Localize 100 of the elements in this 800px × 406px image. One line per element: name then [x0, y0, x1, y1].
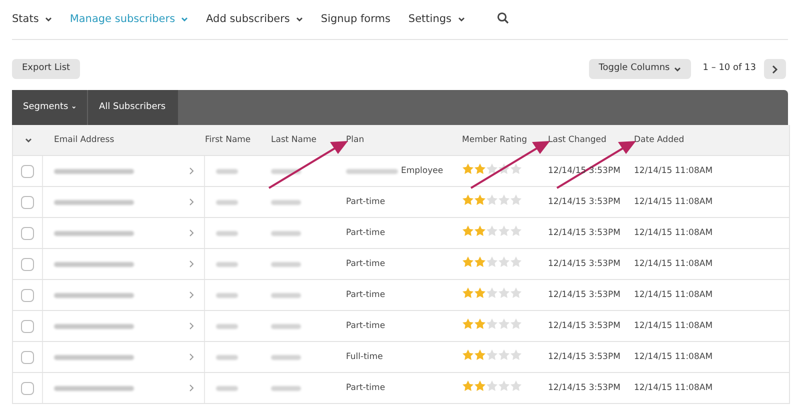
last-changed-cell: 12/14/15 3:53PM [548, 258, 620, 269]
star-icon [486, 348, 498, 361]
row-checkbox[interactable] [21, 320, 34, 332]
search-icon [496, 12, 508, 24]
nav-tab[interactable]: Stats [12, 12, 52, 28]
nav-tab[interactable]: Add subscribers [206, 12, 303, 28]
row-checkbox[interactable] [21, 196, 34, 208]
date-added-cell: 12/14/15 11:08AM [634, 166, 713, 176]
last-changed-cell: 12/14/15 3:53PM [548, 228, 620, 238]
last-changed-cell: 12/14/15 3:53PM [548, 382, 620, 393]
star-icon [510, 286, 522, 299]
nav-tab[interactable]: Signup forms [320, 12, 390, 28]
date-added-cell: 12/14/15 11:08AM [634, 228, 713, 238]
redacted-bar [216, 168, 238, 174]
star-icon [486, 224, 498, 237]
star-icon [498, 256, 510, 268]
star-icon [462, 348, 474, 361]
plan-cell: Part-time [346, 196, 386, 208]
star-icon [462, 380, 474, 392]
redacted-bar [271, 262, 301, 266]
chevron-right-icon[interactable] [189, 384, 194, 392]
column-header: Last Name [271, 134, 316, 145]
column-header: Last Changed [548, 134, 606, 145]
star-icon [486, 318, 498, 330]
pagination-text: 1 – 10 of 13 [702, 62, 756, 76]
segments-dropdown[interactable]: Segments [12, 90, 87, 125]
star-icon [510, 224, 522, 237]
row-checkbox[interactable] [21, 226, 34, 240]
star-icon [498, 380, 510, 392]
star-icon [486, 286, 498, 299]
chevron-right-icon[interactable] [189, 229, 194, 237]
star-icon [510, 162, 522, 175]
plan-cell: Part-time [346, 258, 386, 270]
redacted-bar [216, 200, 238, 204]
star-icon [474, 380, 486, 392]
star-icon [510, 380, 522, 392]
star-icon [462, 286, 474, 299]
date-added-cell: 12/14/15 11:08AM [634, 320, 713, 331]
chevron-right-icon[interactable] [189, 291, 194, 299]
column-header: Plan [346, 134, 364, 145]
last-changed-cell: 12/14/15 3:53PM [548, 196, 620, 207]
nav-tab[interactable]: Settings [408, 12, 464, 28]
star-icon [510, 256, 522, 268]
last-changed-cell: 12/14/15 3:53PM [548, 352, 620, 362]
row-checkbox[interactable] [21, 258, 34, 270]
redacted-bar [216, 386, 238, 390]
plan-cell: Part-time [346, 382, 386, 394]
star-icon [474, 318, 486, 330]
star-icon [498, 286, 510, 299]
next-page-button[interactable] [764, 59, 786, 79]
star-icon [462, 318, 474, 330]
star-icon [474, 256, 486, 268]
star-icon [510, 194, 522, 206]
star-icon [474, 348, 486, 361]
chevron-right-icon[interactable] [189, 260, 194, 268]
star-icon [486, 380, 498, 392]
caret-icon [674, 66, 681, 72]
redacted-bar [216, 230, 238, 236]
star-icon [510, 348, 522, 361]
chevron-right-icon [772, 64, 778, 74]
column-header: First Name [205, 134, 251, 145]
column-header: Member Rating [462, 134, 528, 145]
chevron-right-icon[interactable] [189, 167, 194, 175]
date-added-cell: 12/14/15 11:08AM [634, 290, 713, 300]
star-icon [486, 194, 498, 206]
redacted-bar [216, 292, 238, 298]
redacted-bar [216, 324, 238, 328]
star-icon [474, 224, 486, 237]
row-checkbox[interactable] [21, 288, 34, 302]
star-icon [498, 224, 510, 237]
date-added-cell: 12/14/15 11:08AM [634, 196, 713, 207]
toggle-columns-button[interactable]: Toggle Columns [588, 59, 691, 79]
redacted-bar [271, 230, 301, 236]
last-changed-cell: 12/14/15 3:53PM [548, 166, 620, 176]
search-button[interactable] [496, 12, 508, 24]
chevron-right-icon[interactable] [189, 198, 194, 206]
caret-icon [24, 138, 32, 142]
row-checkbox[interactable] [21, 164, 34, 178]
export-list-button[interactable]: Export List [12, 59, 80, 79]
column-header: Email Address [54, 134, 114, 145]
date-added-cell: 12/14/15 11:08AM [634, 258, 713, 269]
star-icon [462, 224, 474, 237]
star-icon [486, 256, 498, 268]
star-icon [498, 348, 510, 361]
chevron-right-icon[interactable] [189, 322, 194, 330]
redacted-bar [271, 168, 301, 174]
redacted-bar [216, 262, 238, 266]
redacted-bar [271, 292, 301, 298]
redacted-bar [271, 200, 301, 204]
plan-cell: Full-time [346, 350, 383, 364]
star-icon [474, 194, 486, 206]
row-checkbox[interactable] [21, 350, 34, 364]
star-icon [486, 162, 498, 175]
star-icon [462, 162, 474, 175]
redacted-bar [271, 386, 301, 390]
chevron-right-icon[interactable] [189, 353, 194, 361]
list-dropdown[interactable]: All Subscribers [88, 90, 178, 125]
star-icon [498, 162, 510, 175]
date-added-cell: 12/14/15 11:08AM [634, 352, 713, 362]
row-checkbox[interactable] [21, 382, 34, 394]
